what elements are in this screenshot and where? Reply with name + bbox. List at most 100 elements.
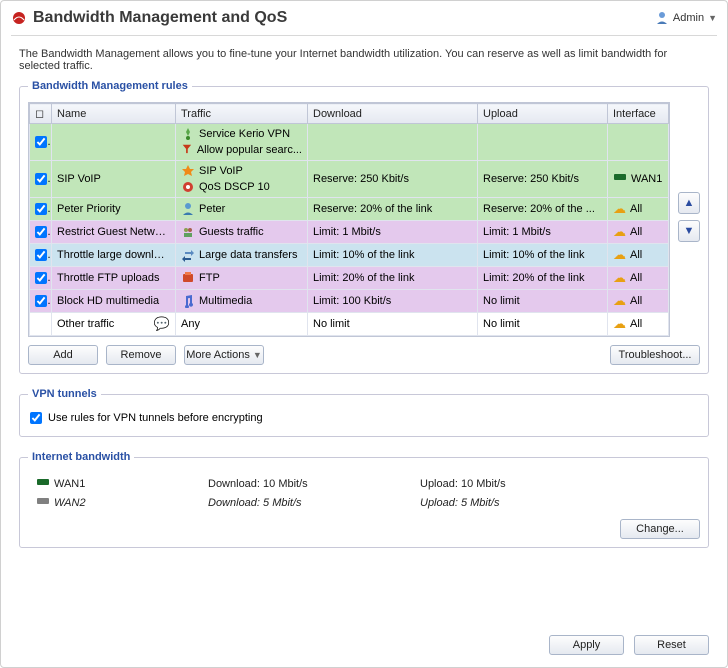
interface-label: All bbox=[630, 272, 642, 284]
change-button[interactable]: Change... bbox=[620, 519, 700, 539]
rule-checkbox[interactable] bbox=[35, 249, 47, 261]
rules-header-row: ◻ Name Traffic Download Upload Interface bbox=[30, 104, 669, 124]
wan-name: WAN2 bbox=[54, 497, 86, 509]
app-icon bbox=[11, 10, 27, 26]
speech-bubble-icon: 💬 bbox=[154, 316, 170, 332]
rule-checkbox[interactable] bbox=[35, 203, 47, 215]
rule-name: SIP VoIP bbox=[52, 161, 176, 198]
table-row[interactable]: Service Kerio VPN Allow popular searc... bbox=[30, 124, 669, 161]
upload-cell: No limit bbox=[478, 290, 608, 313]
nic-icon bbox=[36, 496, 50, 506]
person-icon bbox=[181, 202, 195, 216]
rule-checkbox[interactable] bbox=[35, 226, 47, 238]
cloud-icon: ☁ bbox=[613, 293, 626, 309]
interface-label: All bbox=[630, 249, 642, 261]
upload-cell: Limit: 1 Mbit/s bbox=[478, 221, 608, 244]
traffic-label: Large data transfers bbox=[199, 249, 297, 261]
vpn-checkbox-label: Use rules for VPN tunnels before encrypt… bbox=[48, 412, 263, 424]
move-down-button[interactable]: ▼ bbox=[678, 220, 700, 242]
col-header-traffic[interactable]: Traffic bbox=[176, 104, 308, 124]
upload-cell: Reserve: 250 Kbit/s bbox=[478, 161, 608, 198]
wan-name: WAN1 bbox=[54, 478, 85, 490]
col-header-upload[interactable]: Upload bbox=[478, 104, 608, 124]
app-window: Bandwidth Management and QoS Admin ▼ The… bbox=[0, 0, 728, 668]
vpn-checkbox[interactable] bbox=[30, 412, 42, 424]
apply-button[interactable]: Apply bbox=[549, 635, 624, 655]
upload-cell: Limit: 20% of the link bbox=[478, 267, 608, 290]
col-header-checkbox[interactable]: ◻ bbox=[30, 104, 52, 124]
upload-cell: Reserve: 20% of the ... bbox=[478, 198, 608, 221]
rule-checkbox[interactable] bbox=[35, 295, 47, 307]
bandwidth-table: WAN1 Download: 10 Mbit/s Upload: 10 Mbit… bbox=[28, 473, 700, 513]
user-menu[interactable]: Admin ▼ bbox=[655, 11, 717, 25]
rule-checkbox[interactable] bbox=[35, 136, 47, 148]
rule-name: Other traffic bbox=[57, 318, 150, 330]
table-row[interactable]: Throttle FTP uploads FTP Limit: 20% of t… bbox=[30, 267, 669, 290]
traffic-label: FTP bbox=[199, 272, 220, 284]
table-row[interactable]: Throttle large downloa... Large data tra… bbox=[30, 244, 669, 267]
table-row[interactable]: SIP VoIP SIP VoIP QoS DSCP 10 Reserve: 2… bbox=[30, 161, 669, 198]
traffic-label: Service Kerio VPN bbox=[199, 128, 290, 140]
nic-icon bbox=[36, 477, 50, 487]
header: Bandwidth Management and QoS Admin ▼ bbox=[1, 1, 727, 31]
interface-label: All bbox=[630, 295, 642, 307]
download-cell: Reserve: 250 Kbit/s bbox=[308, 161, 478, 198]
table-row[interactable]: Block HD multimedia Multimedia Limit: 10… bbox=[30, 290, 669, 313]
traffic-label: Peter bbox=[199, 203, 225, 215]
reset-button[interactable]: Reset bbox=[634, 635, 709, 655]
arrow-up-icon: ▲ bbox=[684, 197, 695, 209]
voip-icon bbox=[181, 164, 195, 178]
bandwidth-legend: Internet bandwidth bbox=[28, 451, 134, 463]
more-actions-button[interactable]: More Actions▼ bbox=[184, 345, 264, 365]
music-icon bbox=[181, 294, 195, 308]
add-button[interactable]: Add bbox=[28, 345, 98, 365]
filter-icon bbox=[181, 143, 193, 157]
rule-checkbox[interactable] bbox=[35, 272, 47, 284]
arrow-down-icon: ▼ bbox=[684, 225, 695, 237]
footer-buttons: Apply Reset bbox=[549, 635, 709, 655]
traffic-label: Multimedia bbox=[199, 295, 252, 307]
interface-label: All bbox=[630, 226, 642, 238]
nic-icon bbox=[613, 172, 627, 186]
cloud-icon: ☁ bbox=[613, 316, 626, 332]
vpn-legend: VPN tunnels bbox=[28, 388, 101, 400]
user-label: Admin bbox=[673, 12, 704, 24]
interface-label: All bbox=[630, 318, 642, 330]
table-row[interactable]: Peter Priority Peter Reserve: 20% of the… bbox=[30, 198, 669, 221]
upload-cell: Limit: 10% of the link bbox=[478, 244, 608, 267]
header-divider bbox=[11, 35, 717, 36]
traffic-label: QoS DSCP 10 bbox=[199, 181, 270, 193]
wan-upload: Upload: 5 Mbit/s bbox=[420, 497, 499, 509]
cloud-icon: ☁ bbox=[613, 247, 626, 263]
rules-table: ◻ Name Traffic Download Upload Interface bbox=[28, 102, 670, 337]
download-cell: Limit: 10% of the link bbox=[308, 244, 478, 267]
traffic-label: Guests traffic bbox=[199, 226, 264, 238]
rule-checkbox[interactable] bbox=[35, 173, 47, 185]
col-header-name[interactable]: Name bbox=[52, 104, 176, 124]
rule-name bbox=[52, 124, 176, 161]
page-title: Bandwidth Management and QoS bbox=[33, 9, 655, 27]
col-header-interface[interactable]: Interface bbox=[608, 104, 669, 124]
cloud-icon: ☁ bbox=[613, 224, 626, 240]
vpn-section: VPN tunnels Use rules for VPN tunnels be… bbox=[19, 388, 709, 437]
upload-cell bbox=[478, 124, 608, 161]
checkbox-header-icon: ◻ bbox=[35, 108, 44, 120]
reorder-buttons: ▲ ▼ bbox=[678, 192, 700, 337]
download-cell: Limit: 20% of the link bbox=[308, 267, 478, 290]
col-header-download[interactable]: Download bbox=[308, 104, 478, 124]
traffic-label: Any bbox=[181, 318, 200, 330]
rule-name: Throttle FTP uploads bbox=[52, 267, 176, 290]
table-row[interactable]: Restrict Guest Network Guests traffic Li… bbox=[30, 221, 669, 244]
download-cell: No limit bbox=[308, 313, 478, 336]
table-row[interactable]: Other traffic💬 Any No limit No limit ☁Al… bbox=[30, 313, 669, 336]
wan-download: Download: 10 Mbit/s bbox=[208, 478, 308, 490]
wan-upload: Upload: 10 Mbit/s bbox=[420, 478, 506, 490]
troubleshoot-button[interactable]: Troubleshoot... bbox=[610, 345, 700, 365]
rules-legend: Bandwidth Management rules bbox=[28, 80, 192, 92]
remove-button[interactable]: Remove bbox=[106, 345, 176, 365]
content-area: The Bandwidth Management allows you to f… bbox=[1, 40, 727, 570]
move-up-button[interactable]: ▲ bbox=[678, 192, 700, 214]
wan-download: Download: 5 Mbit/s bbox=[208, 497, 302, 509]
interface-label: WAN1 bbox=[631, 173, 662, 185]
interface-cell bbox=[608, 124, 669, 161]
